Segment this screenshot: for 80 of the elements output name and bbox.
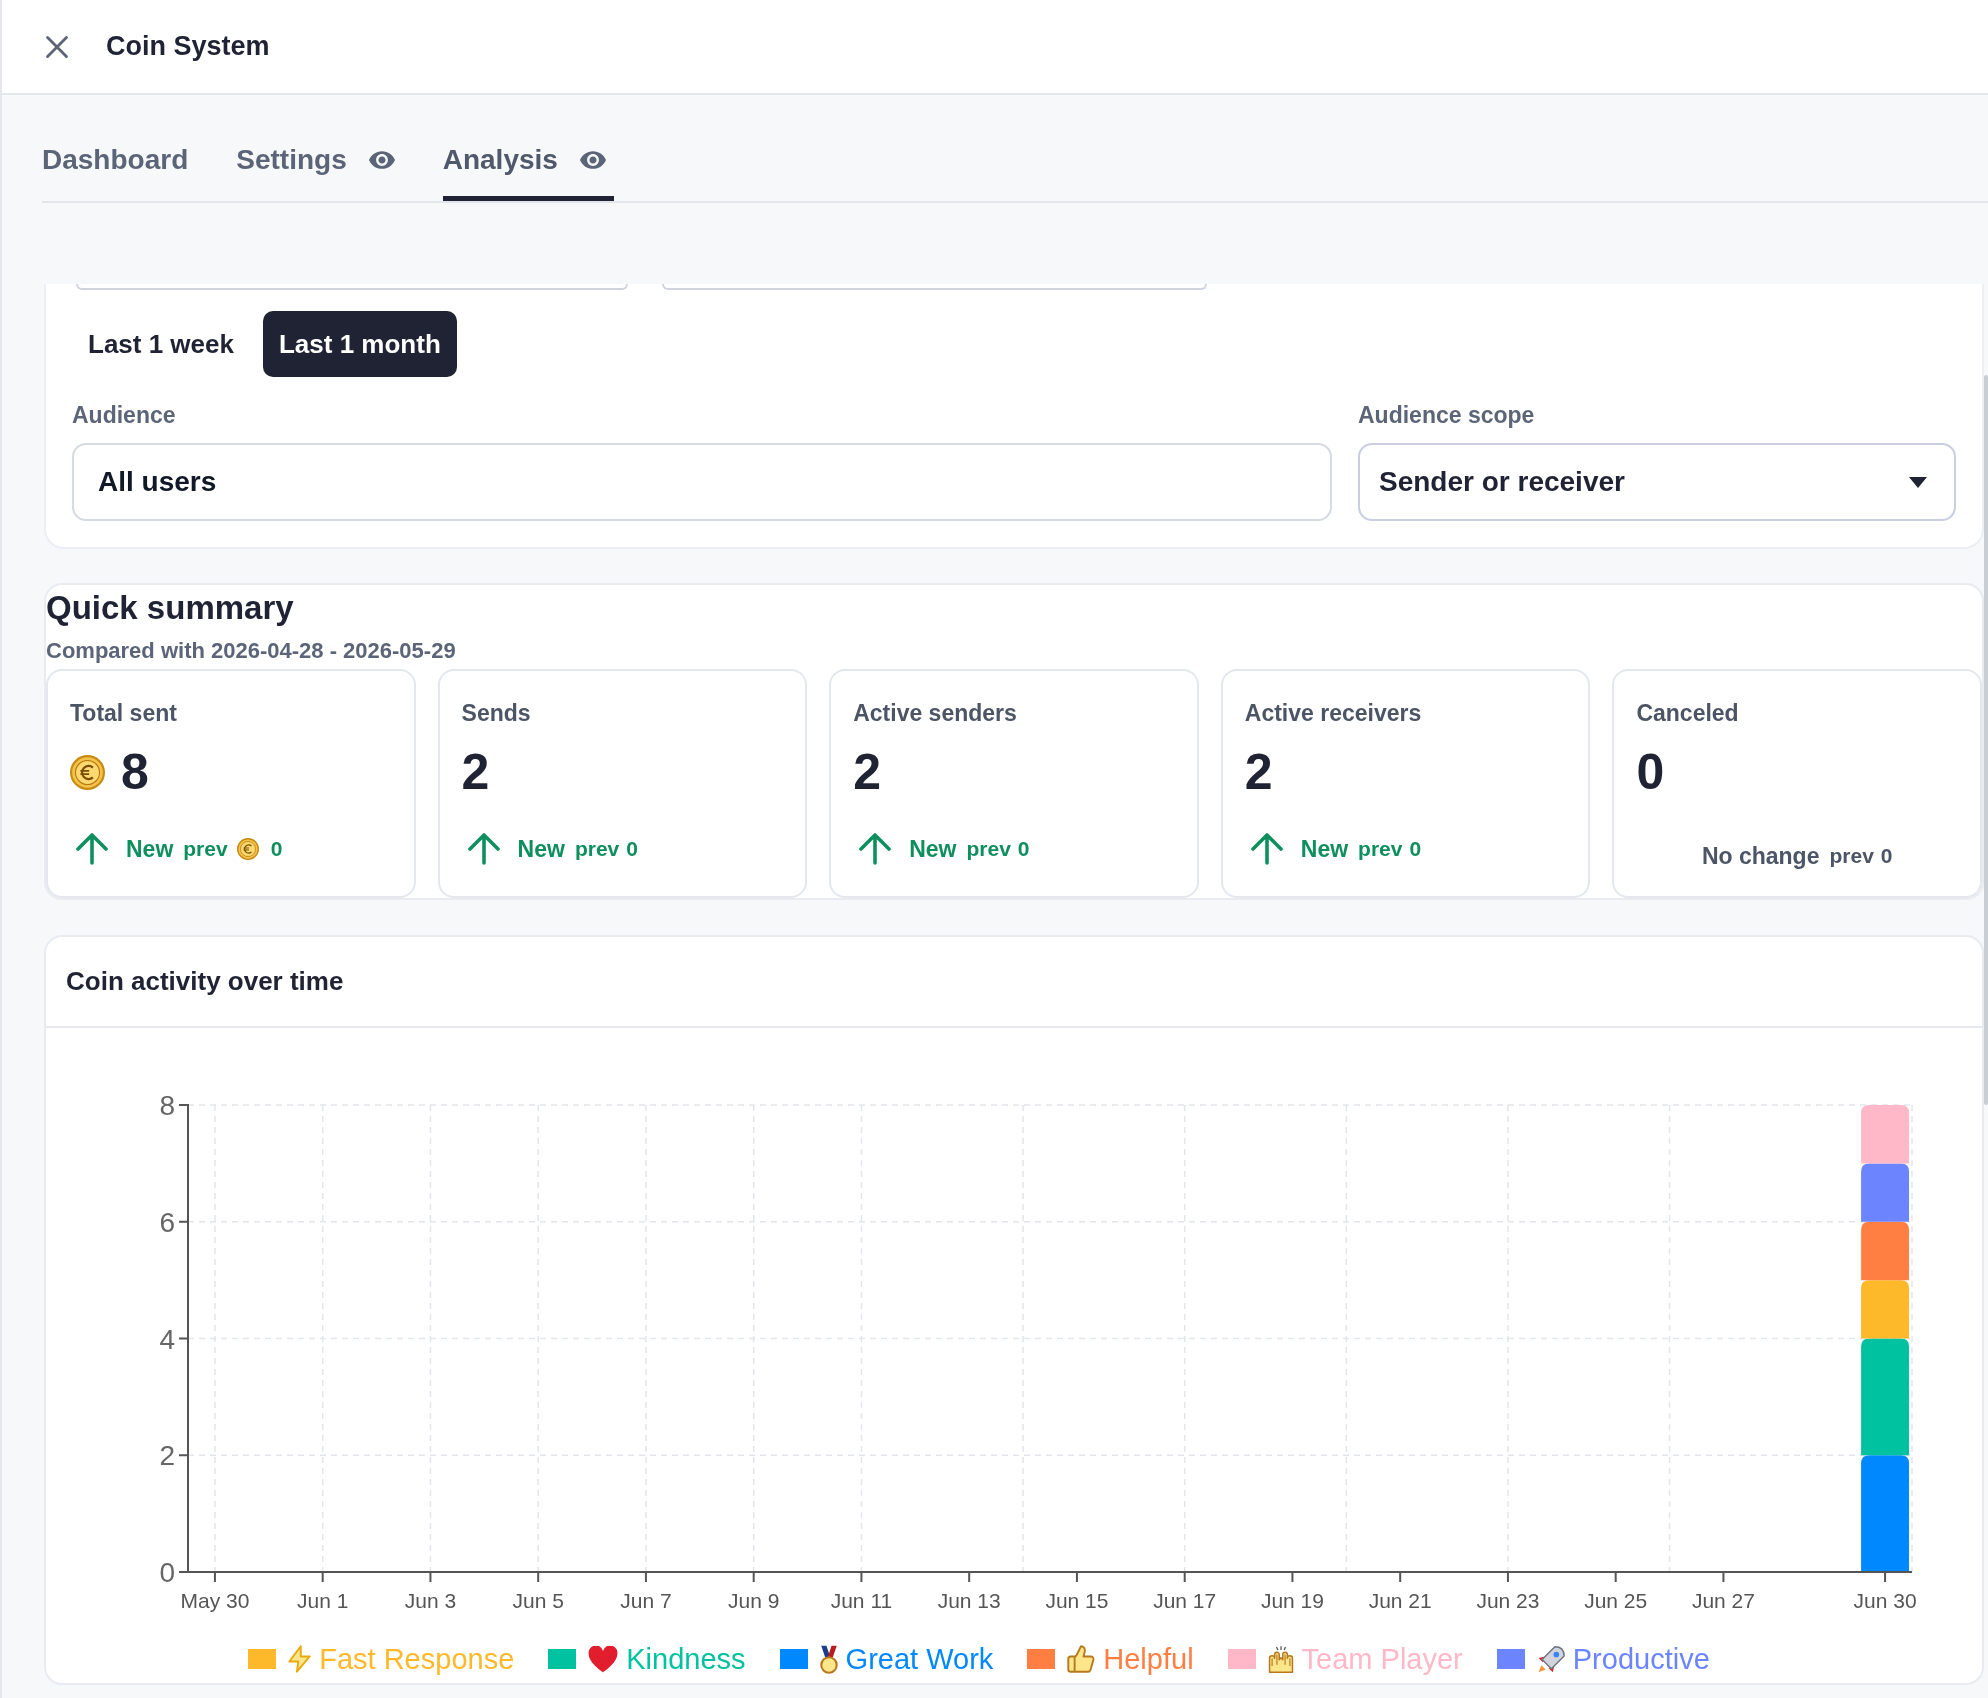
x-tick-label: Jun 30: [1853, 1589, 1917, 1612]
thumbs-up-icon: [1067, 1645, 1096, 1673]
x-tick-label: Jun 3: [404, 1589, 457, 1612]
x-tick-label: Jun 1: [297, 1589, 349, 1612]
time-range-option[interactable]: Last 1 week: [72, 311, 250, 377]
input-field[interactable]: [662, 284, 1207, 290]
change-label: New: [126, 834, 174, 864]
x-tick-label: May 30: [180, 1589, 250, 1612]
up-arrow-icon: [1250, 833, 1283, 865]
prev-label: prev: [183, 836, 228, 863]
lightning-icon: [288, 1645, 312, 1673]
caret-icon: [1909, 476, 1927, 488]
section-title: Quick summary: [46, 588, 295, 628]
stat-label: Canceled: [1636, 699, 1740, 728]
tab[interactable]: Analysis: [442, 123, 614, 201]
change-label: No change: [1701, 841, 1820, 871]
prev-value: 0: [1017, 836, 1030, 863]
close-icon[interactable]: [46, 35, 68, 58]
x-tick-label: Jun 9: [728, 1589, 780, 1612]
up-arrow-icon: [76, 833, 108, 865]
x-tick-label: Jun 21: [1368, 1589, 1432, 1612]
bar: [1861, 1105, 1910, 1164]
change-label: New: [909, 834, 957, 864]
tab[interactable]: Settings: [236, 123, 403, 201]
legend-item[interactable]: Great Work: [819, 1639, 994, 1679]
stat-label: Sends: [461, 699, 532, 728]
stat-label: Active senders: [853, 699, 1018, 728]
x-tick-label: Jun 23: [1476, 1589, 1540, 1612]
change-label: New: [517, 834, 565, 864]
prev-label: prev: [1829, 843, 1874, 870]
stat-value: 2: [1244, 744, 1273, 800]
bar: [1861, 1221, 1910, 1281]
rocket-icon: [1536, 1645, 1565, 1673]
audience-field[interactable]: All users: [72, 443, 1332, 521]
coin-icon: [236, 838, 259, 860]
field-label: Audience: [72, 401, 177, 430]
audience-scope-select[interactable]: Sender or receiver: [1358, 443, 1956, 521]
bar: [1861, 1163, 1910, 1222]
prev-value: 0: [270, 836, 283, 863]
field-label: Audience scope: [1358, 401, 1536, 430]
stat-value: 2: [853, 744, 881, 800]
up-arrow-icon: [467, 833, 500, 865]
prev-value: 0: [1880, 843, 1893, 870]
stat-value: 2: [461, 744, 490, 800]
chart-title: Coin activity over time: [66, 965, 344, 998]
up-arrow-icon: [859, 833, 892, 865]
x-tick-label: Jun 15: [1045, 1589, 1109, 1612]
prev-value: 0: [1409, 836, 1422, 863]
prev-value: 0: [626, 836, 638, 863]
panel-title: Coin System: [106, 30, 270, 64]
medal-icon: [819, 1644, 838, 1674]
x-tick-label: Jun 27: [1691, 1589, 1755, 1612]
prev-label: prev: [574, 836, 620, 863]
prev-label: prev: [966, 836, 1011, 863]
y-tick-label: 4: [159, 1323, 175, 1355]
y-tick-label: 0: [159, 1557, 175, 1588]
y-tick-label: 2: [159, 1440, 175, 1472]
change-label: New: [1300, 834, 1349, 864]
x-tick-label: Jun 13: [937, 1589, 1001, 1612]
stat-label: Active receivers: [1244, 699, 1423, 728]
stat-value: 8: [121, 744, 149, 800]
x-tick-label: Jun 25: [1584, 1589, 1648, 1612]
x-tick-label: Jun 11: [830, 1589, 893, 1612]
y-tick-label: 8: [159, 1090, 175, 1121]
stat-value: 0: [1636, 744, 1665, 800]
x-tick-label: Jun 19: [1260, 1589, 1324, 1612]
y-tick-label: 6: [159, 1206, 175, 1238]
legend-item[interactable]: Productive: [1536, 1639, 1710, 1679]
input-field[interactable]: [76, 284, 628, 290]
scrollbar-thumb[interactable]: [1984, 375, 1988, 1105]
tab[interactable]: Dashboard: [42, 123, 197, 201]
section-subtitle: Compared with 2026-04-28 - 2026-05-29: [46, 637, 457, 665]
prev-label: prev: [1358, 836, 1403, 863]
stat-label: Total sent: [70, 699, 178, 728]
x-tick-label: Jun 7: [620, 1589, 672, 1612]
heart-icon: [588, 1645, 619, 1673]
raised-hands-icon: [1267, 1645, 1294, 1673]
x-tick-label: Jun 5: [512, 1589, 564, 1612]
x-tick-label: Jun 17: [1153, 1589, 1217, 1612]
time-range-option[interactable]: Last 1 month: [263, 311, 457, 377]
